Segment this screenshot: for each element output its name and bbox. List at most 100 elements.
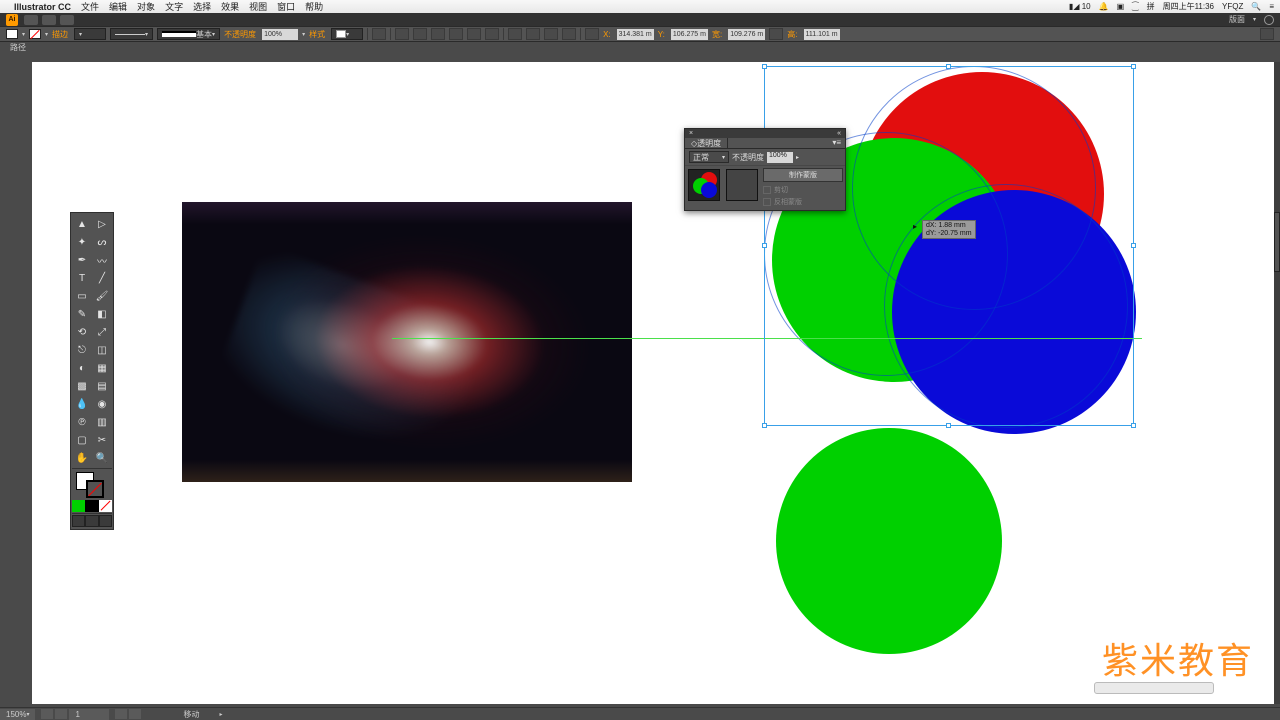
scale-tool-icon[interactable]: ⤢ bbox=[92, 323, 112, 341]
menu-select[interactable]: 选择 bbox=[193, 0, 211, 13]
invert-checkbox[interactable] bbox=[763, 198, 771, 206]
eraser-tool-icon[interactable]: ◧ bbox=[92, 305, 112, 323]
status-spotlight-icon[interactable]: 🔍 bbox=[1251, 2, 1261, 11]
transform-icon[interactable] bbox=[585, 28, 599, 40]
zoom-tool-icon[interactable]: 🔍 bbox=[92, 449, 112, 467]
isolate-icon[interactable] bbox=[562, 28, 576, 40]
pen-tool-icon[interactable]: ✒ bbox=[72, 251, 92, 269]
artboard-next-icon[interactable] bbox=[115, 709, 127, 719]
menu-file[interactable]: 文件 bbox=[81, 0, 99, 13]
align-bottom-icon[interactable] bbox=[485, 28, 499, 40]
fill-swatch[interactable] bbox=[6, 29, 18, 39]
rectangle-tool-icon[interactable]: ▭ bbox=[72, 287, 92, 305]
color-mode-icon[interactable] bbox=[72, 500, 85, 512]
screen-mode-present-icon[interactable] bbox=[99, 515, 112, 527]
graphic-style[interactable]: ▾ bbox=[331, 28, 363, 40]
screen-mode-full-icon[interactable] bbox=[85, 515, 98, 527]
curvature-tool-icon[interactable]: 〰 bbox=[92, 251, 112, 269]
menu-window[interactable]: 窗口 bbox=[277, 0, 295, 13]
artboard-prev-icon[interactable] bbox=[55, 709, 67, 719]
zoom-level[interactable]: 150% ▾ bbox=[0, 709, 35, 720]
mask-thumbnail[interactable] bbox=[726, 169, 758, 201]
none-mode-icon[interactable] bbox=[99, 500, 112, 512]
make-mask-button[interactable]: 制作蒙版 bbox=[763, 168, 843, 182]
handle-tl[interactable] bbox=[762, 64, 767, 69]
h-value[interactable]: 111.101 m bbox=[804, 29, 840, 40]
stroke-indicator[interactable] bbox=[86, 480, 104, 498]
status-menu-icon[interactable]: ≡ bbox=[1269, 2, 1274, 11]
recolor-icon[interactable] bbox=[372, 28, 386, 40]
arrange-icon[interactable] bbox=[42, 15, 56, 25]
align-hcenter-icon[interactable] bbox=[413, 28, 427, 40]
search-icon[interactable] bbox=[1264, 15, 1274, 25]
gradient-mode-icon[interactable] bbox=[85, 500, 98, 512]
artboard-nav[interactable]: 1 bbox=[69, 709, 109, 720]
blend-tool-icon[interactable]: ◉ bbox=[92, 395, 112, 413]
eyedropper-tool-icon[interactable]: 💧 bbox=[72, 395, 92, 413]
handle-tr[interactable] bbox=[1131, 64, 1136, 69]
status-bell-icon[interactable]: 🔔 bbox=[1099, 2, 1109, 11]
type-tool-icon[interactable]: T bbox=[72, 269, 92, 287]
artboard-first-icon[interactable] bbox=[41, 709, 53, 719]
mesh-tool-icon[interactable]: ▩ bbox=[72, 377, 92, 395]
brush-def[interactable]: 基本▾ bbox=[157, 28, 220, 40]
bridge-icon[interactable] bbox=[24, 15, 38, 25]
stroke-weight[interactable]: ▾ bbox=[74, 28, 106, 40]
gradient-tool-icon[interactable]: ▤ bbox=[92, 377, 112, 395]
clip-checkbox[interactable] bbox=[763, 186, 771, 194]
align-top-icon[interactable] bbox=[449, 28, 463, 40]
collapsed-panel-tab[interactable] bbox=[1274, 212, 1280, 272]
tools-panel[interactable]: ▲ ▷ ✦ ᔕ ✒ 〰 T ╱ ▭ 🖌 ✎ ◧ ⟲ ⤢ ⎋ ◫ ◐ ▦ ▩ ▤ … bbox=[70, 212, 114, 530]
opacity-value[interactable]: 100% bbox=[262, 29, 298, 40]
stroke-profile[interactable]: ▾ bbox=[110, 28, 153, 40]
free-transform-tool-icon[interactable]: ◫ bbox=[92, 341, 112, 359]
screen-mode-normal-icon[interactable] bbox=[72, 515, 85, 527]
stock-icon[interactable] bbox=[60, 15, 74, 25]
rotate-tool-icon[interactable]: ⟲ bbox=[72, 323, 92, 341]
artboard-tool-icon[interactable]: ▢ bbox=[72, 431, 92, 449]
panel-opacity-value[interactable]: 100% bbox=[767, 152, 793, 163]
direct-selection-tool-icon[interactable]: ▷ bbox=[92, 215, 112, 233]
align-vcenter-icon[interactable] bbox=[467, 28, 481, 40]
symbol-sprayer-tool-icon[interactable]: ℗ bbox=[72, 413, 92, 431]
handle-bl[interactable] bbox=[762, 423, 767, 428]
fill-stroke-indicator[interactable] bbox=[72, 470, 112, 500]
hand-tool-icon[interactable]: ✋ bbox=[72, 449, 92, 467]
app-name[interactable]: Illustrator CC bbox=[14, 2, 71, 12]
status-time[interactable]: 周四上午11:36 bbox=[1163, 1, 1214, 12]
selection-tool-icon[interactable]: ▲ bbox=[72, 215, 92, 233]
x-value[interactable]: 314.381 m bbox=[617, 29, 654, 40]
stroke-swatch[interactable] bbox=[29, 29, 41, 39]
artboard-last-icon[interactable] bbox=[129, 709, 141, 719]
pencil-tool-icon[interactable]: ✎ bbox=[72, 305, 92, 323]
menu-edit[interactable]: 编辑 bbox=[109, 0, 127, 13]
green-circle-bottom[interactable] bbox=[776, 428, 1002, 654]
right-panel-dock[interactable] bbox=[1274, 62, 1280, 704]
menu-help[interactable]: 帮助 bbox=[305, 0, 323, 13]
distribute-v-icon[interactable] bbox=[526, 28, 540, 40]
handle-tm[interactable] bbox=[946, 64, 951, 69]
blend-mode-dropdown[interactable]: 正常▾ bbox=[689, 151, 729, 163]
selection-bounding-box[interactable] bbox=[764, 66, 1134, 426]
floating-widget[interactable] bbox=[1094, 682, 1214, 694]
magic-wand-tool-icon[interactable]: ✦ bbox=[72, 233, 92, 251]
align-left-icon[interactable] bbox=[395, 28, 409, 40]
status-screen-icon[interactable]: ▣ bbox=[1117, 2, 1125, 11]
panel-close-icon[interactable]: × bbox=[689, 130, 693, 137]
transparency-thumbnail[interactable] bbox=[688, 169, 720, 201]
artboard[interactable]: ▸ dX: 1.88 mm dY: -20.75 mm 紫米教育 bbox=[32, 62, 1274, 704]
shape-builder-tool-icon[interactable]: ◐ bbox=[72, 359, 92, 377]
status-input-icon[interactable]: 拼 bbox=[1147, 1, 1155, 12]
placed-raster-image[interactable] bbox=[182, 202, 632, 482]
link-wh-icon[interactable] bbox=[769, 28, 783, 40]
handle-ml[interactable] bbox=[762, 243, 767, 248]
width-tool-icon[interactable]: ⎋ bbox=[72, 341, 92, 359]
graph-tool-icon[interactable]: ▥ bbox=[92, 413, 112, 431]
workspace-switcher[interactable]: 版面 bbox=[1229, 14, 1245, 25]
transparency-tab[interactable]: ◇透明度 bbox=[685, 138, 728, 148]
paintbrush-tool-icon[interactable]: 🖌 bbox=[92, 287, 112, 305]
handle-mr[interactable] bbox=[1131, 243, 1136, 248]
status-wifi-icon[interactable]: ⁐ bbox=[1132, 2, 1138, 11]
slice-tool-icon[interactable]: ✂ bbox=[92, 431, 112, 449]
menu-view[interactable]: 视图 bbox=[249, 0, 267, 13]
